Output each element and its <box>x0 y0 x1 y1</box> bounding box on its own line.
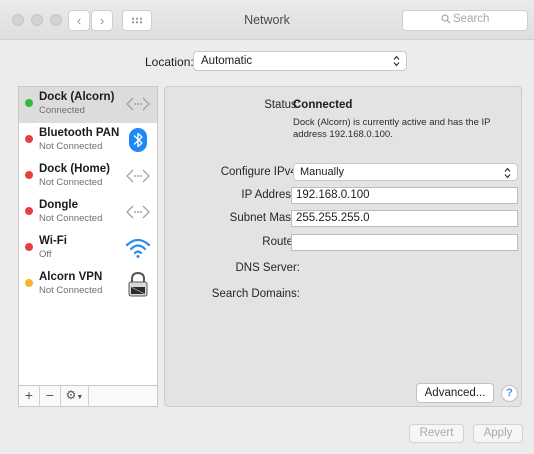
status-dot <box>25 279 33 287</box>
status-description: Dock (Alcorn) is currently active and ha… <box>293 117 491 140</box>
action-menu-button[interactable]: ⚙▼ <box>61 386 89 406</box>
search-icon <box>441 14 451 27</box>
status-dot <box>25 243 33 251</box>
remove-service-button[interactable]: − <box>40 386 61 406</box>
subnet-mask-label: Subnet Mask: <box>229 212 300 224</box>
service-list: Dock (Alcorn) Connected Bluetooth PAN No… <box>18 86 158 386</box>
service-name: Dock (Alcorn) <box>39 91 115 103</box>
dns-server-label: DNS Server: <box>235 262 300 274</box>
service-status: Off <box>39 249 52 260</box>
gear-icon: ⚙ <box>65 388 77 402</box>
subnet-mask-field[interactable]: 255.255.255.0 <box>291 210 518 227</box>
bluetooth-icon <box>129 128 147 152</box>
configure-ipv4-value: Manually <box>300 166 345 178</box>
add-service-button[interactable]: + <box>19 386 40 406</box>
window-titlebar: ‹ › Network <box>0 0 534 40</box>
location-label: Location: <box>145 55 194 69</box>
service-status: Connected <box>39 105 85 116</box>
service-status: Not Connected <box>39 177 103 188</box>
revert-button[interactable]: Revert <box>409 424 464 443</box>
updown-arrows-icon <box>504 167 511 179</box>
service-name: Dock (Home) <box>39 163 110 175</box>
service-item-dongle[interactable]: Dongle Not Connected <box>19 195 157 231</box>
help-button[interactable]: ? <box>501 385 518 402</box>
location-popup[interactable]: Automatic <box>193 51 407 71</box>
updown-arrows-icon <box>393 55 400 67</box>
service-name: Wi-Fi <box>39 235 67 247</box>
ethernet-icon <box>126 169 150 183</box>
search-input[interactable] <box>453 13 523 25</box>
configure-ipv4-popup[interactable]: Manually <box>293 163 518 181</box>
ethernet-icon <box>126 97 150 111</box>
apply-button[interactable]: Apply <box>473 424 523 443</box>
service-status: Not Connected <box>39 141 103 152</box>
service-item-wifi[interactable]: Wi-Fi Off <box>19 231 157 267</box>
configure-ipv4-label: Configure IPv4: <box>220 166 300 178</box>
status-dot <box>25 207 33 215</box>
service-name: Dongle <box>39 199 78 211</box>
advanced-button[interactable]: Advanced... <box>416 383 494 403</box>
status-dot <box>25 135 33 143</box>
service-name: Alcorn VPN <box>39 271 103 283</box>
vpn-lock-icon <box>128 271 148 297</box>
search-field[interactable] <box>402 10 528 31</box>
ip-address-field[interactable]: 192.168.0.100 <box>291 187 518 204</box>
location-value: Automatic <box>201 55 253 67</box>
service-name: Bluetooth PAN <box>39 127 120 139</box>
chevron-down-icon: ▼ <box>76 394 84 401</box>
status-value: Connected <box>293 99 353 111</box>
status-dot <box>25 171 33 179</box>
service-item-dock-alcorn[interactable]: Dock (Alcorn) Connected <box>19 87 157 123</box>
status-dot <box>25 99 33 107</box>
router-field[interactable] <box>291 234 518 251</box>
wifi-icon <box>125 238 151 258</box>
service-item-alcorn-vpn[interactable]: Alcorn VPN Not Connected <box>19 267 157 303</box>
service-item-dock-home[interactable]: Dock (Home) Not Connected <box>19 159 157 195</box>
service-item-bluetooth-pan[interactable]: Bluetooth PAN Not Connected <box>19 123 157 159</box>
service-status: Not Connected <box>39 213 103 224</box>
service-list-toolbar: + − ⚙▼ <box>18 386 158 407</box>
service-status: Not Connected <box>39 285 103 296</box>
ethernet-icon <box>126 205 150 219</box>
search-domains-label: Search Domains: <box>211 288 300 300</box>
